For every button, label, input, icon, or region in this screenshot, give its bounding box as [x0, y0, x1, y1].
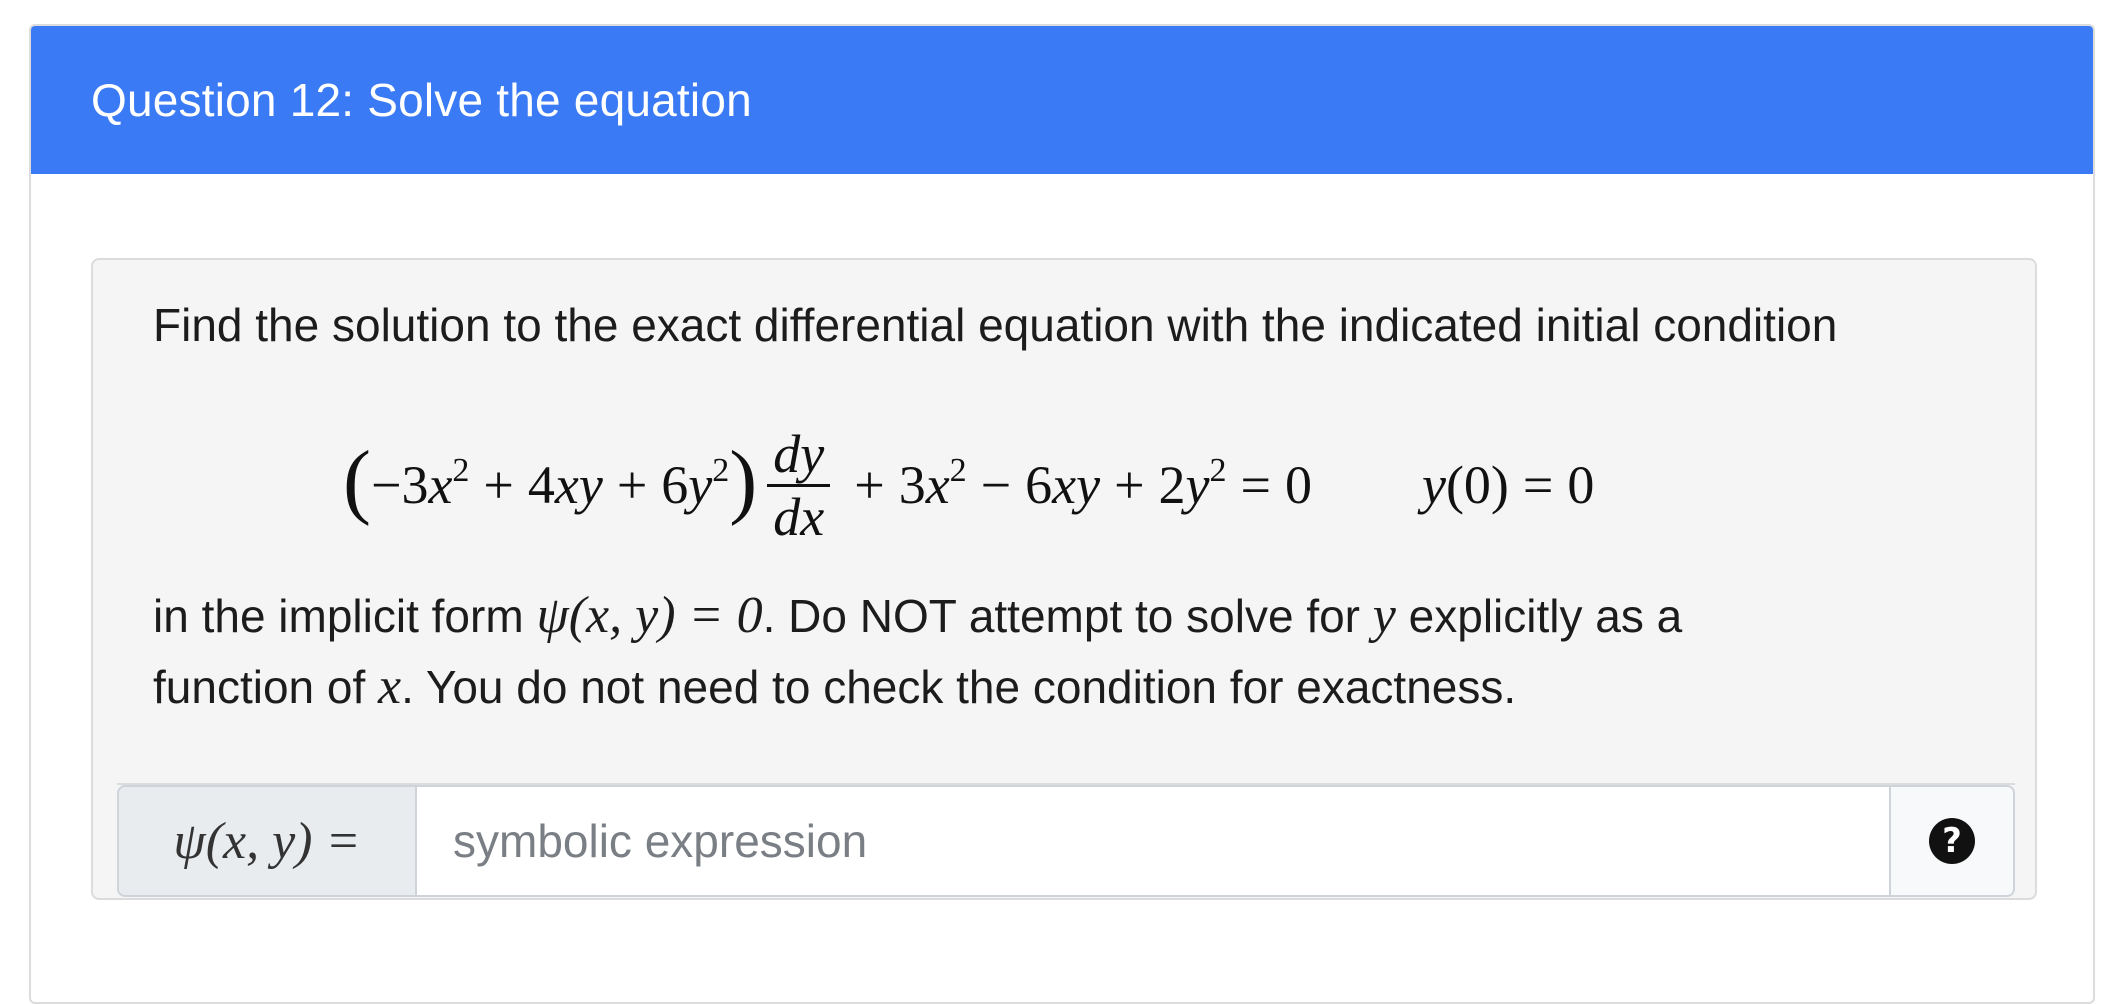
equation-coefficient-group: −3x2 +4xy +6y2: [370, 452, 730, 516]
question-instructions-line1: in the implicit form ψ(x, y) = 0. Do NOT…: [153, 585, 1682, 647]
instructions-text-c: explicitly as a: [1395, 590, 1683, 642]
answer-input-group: ψ(x, y) = ?: [117, 783, 2015, 897]
equation-rest: +3x2−6xy +2y2 = 0: [854, 452, 1312, 516]
variable-y: y: [1372, 587, 1396, 644]
question-title: Question 12: Solve the equation: [91, 74, 752, 126]
question-body: Find the solution to the exact different…: [91, 258, 2037, 900]
question-card: Question 12: Solve the equation Find the…: [29, 24, 2095, 1004]
instructions-text-e: . You do not need to check the condition…: [401, 661, 1517, 713]
help-button[interactable]: ?: [1891, 785, 2015, 897]
variable-x: x: [378, 658, 402, 715]
question-instructions-line2: function of x. You do not need to check …: [153, 656, 1516, 718]
fraction-denominator: dx: [773, 486, 825, 547]
differential-equation: ( −3x2 +4xy +6y2 ) dy dx +3x2−6xy +2y2 = 0 y(…: [343, 415, 1594, 555]
left-paren: (: [343, 434, 371, 527]
fraction-numerator: dy: [773, 423, 825, 484]
question-circle-icon[interactable]: ?: [1929, 818, 1975, 864]
implicit-form-math: ψ(x, y) = 0: [536, 587, 763, 644]
initial-condition: y(0) = 0: [1421, 455, 1595, 515]
derivative-fraction: dy dx: [767, 423, 831, 547]
instructions-text-d: function of: [153, 661, 379, 713]
instructions-text-b: . Do NOT attempt to solve for: [762, 590, 1373, 642]
question-header: Question 12: Solve the equation: [31, 26, 2093, 174]
answer-input[interactable]: [417, 785, 1891, 897]
question-intro: Find the solution to the exact different…: [153, 299, 1838, 351]
right-paren: ): [729, 434, 758, 527]
instructions-text-a: in the implicit form: [153, 590, 537, 642]
answer-prefix: ψ(x, y) =: [117, 785, 417, 897]
